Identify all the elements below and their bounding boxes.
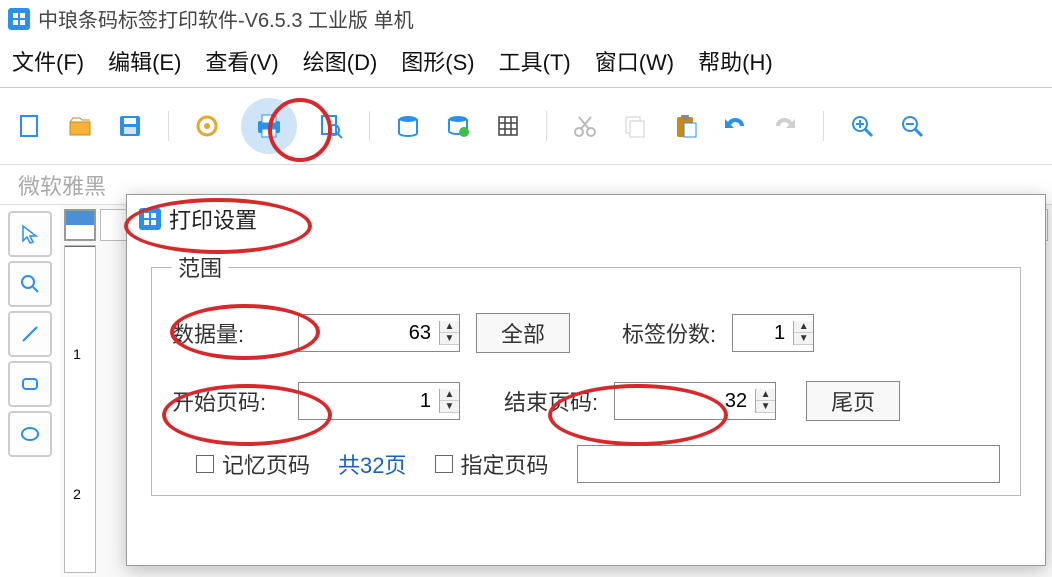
start-page-input[interactable]: ▲▼	[298, 382, 460, 420]
total-pages-text: 共32页	[338, 448, 406, 480]
end-page-input[interactable]: ▲▼	[614, 382, 776, 420]
database-refresh-button[interactable]	[442, 110, 474, 142]
spin-down-icon[interactable]: ▼	[440, 401, 459, 413]
menu-file[interactable]: 文件(F)	[12, 45, 84, 77]
remember-page-label: 记忆页码	[222, 448, 310, 480]
ruler-corner[interactable]	[64, 209, 96, 241]
pointer-tool[interactable]	[8, 211, 52, 257]
end-page-label: 结束页码:	[504, 385, 598, 417]
copies-field[interactable]	[733, 315, 793, 351]
range-fieldset-label: 范围	[172, 251, 228, 283]
settings-button[interactable]	[191, 110, 223, 142]
line-tool[interactable]	[8, 311, 52, 357]
data-quantity-field[interactable]	[299, 315, 439, 351]
last-page-button[interactable]: 尾页	[806, 381, 900, 421]
dialog-icon	[139, 208, 161, 230]
menu-tool[interactable]: 工具(T)	[499, 45, 571, 77]
spin-down-icon[interactable]: ▼	[440, 333, 459, 345]
remember-page-checkbox[interactable]: 记忆页码	[196, 448, 310, 480]
spin-down-icon[interactable]: ▼	[794, 333, 813, 345]
preview-button[interactable]	[315, 110, 347, 142]
menubar: 文件(F) 编辑(E) 查看(V) 绘图(D) 图形(S) 工具(T) 窗口(W…	[0, 37, 1052, 88]
data-quantity-label: 数据量:	[172, 317, 282, 349]
undo-button[interactable]	[719, 110, 751, 142]
copies-input[interactable]: ▲▼	[732, 314, 814, 352]
app-icon	[8, 8, 30, 30]
ellipse-tool[interactable]	[8, 411, 52, 457]
data-quantity-input[interactable]: ▲▼	[298, 314, 460, 352]
start-page-label: 开始页码:	[172, 385, 282, 417]
zoom-tool[interactable]	[8, 261, 52, 307]
spin-up-icon[interactable]: ▲	[440, 321, 459, 333]
toolbar	[0, 88, 1052, 165]
redo-button[interactable]	[769, 110, 801, 142]
copy-button[interactable]	[619, 110, 651, 142]
menu-window[interactable]: 窗口(W)	[595, 45, 674, 77]
specify-page-checkbox[interactable]: 指定页码	[435, 448, 549, 480]
dialog-title-text: 打印设置	[169, 203, 257, 235]
checkbox-icon	[196, 455, 214, 473]
spin-up-icon[interactable]: ▲	[756, 389, 775, 401]
checkbox-icon	[435, 455, 453, 473]
paste-button[interactable]	[669, 110, 701, 142]
vertical-ruler: 1 2	[64, 245, 96, 573]
open-button[interactable]	[64, 110, 96, 142]
ruler-tick-1: 1	[69, 346, 85, 362]
app-title: 中琅条码标签打印软件-V6.5.3 工业版 单机	[38, 4, 414, 33]
start-page-field[interactable]	[299, 383, 439, 419]
grid-button[interactable]	[492, 110, 524, 142]
save-button[interactable]	[114, 110, 146, 142]
spin-down-icon[interactable]: ▼	[756, 401, 775, 413]
specify-page-input[interactable]	[577, 445, 1000, 483]
menu-view[interactable]: 查看(V)	[205, 45, 278, 77]
spin-up-icon[interactable]: ▲	[440, 389, 459, 401]
spin-up-icon[interactable]: ▲	[794, 321, 813, 333]
menu-edit[interactable]: 编辑(E)	[108, 45, 181, 77]
print-settings-dialog: 打印设置 范围 数据量: ▲▼ 全部 标签份数: ▲▼ 开始页码:	[126, 194, 1046, 566]
specify-page-label: 指定页码	[461, 448, 549, 480]
zoom-out-button[interactable]	[896, 110, 928, 142]
menu-help[interactable]: 帮助(H)	[698, 45, 773, 77]
new-button[interactable]	[14, 110, 46, 142]
print-button[interactable]	[241, 98, 297, 154]
zoom-in-button[interactable]	[846, 110, 878, 142]
menu-draw[interactable]: 绘图(D)	[303, 45, 378, 77]
menu-shape[interactable]: 图形(S)	[401, 45, 474, 77]
ruler-tick-2: 2	[69, 486, 85, 502]
copies-label: 标签份数:	[622, 317, 716, 349]
all-button[interactable]: 全部	[476, 313, 570, 353]
rect-tool[interactable]	[8, 361, 52, 407]
tool-sidebar	[0, 205, 60, 577]
end-page-field[interactable]	[615, 383, 755, 419]
cut-button[interactable]	[569, 110, 601, 142]
database-button[interactable]	[392, 110, 424, 142]
